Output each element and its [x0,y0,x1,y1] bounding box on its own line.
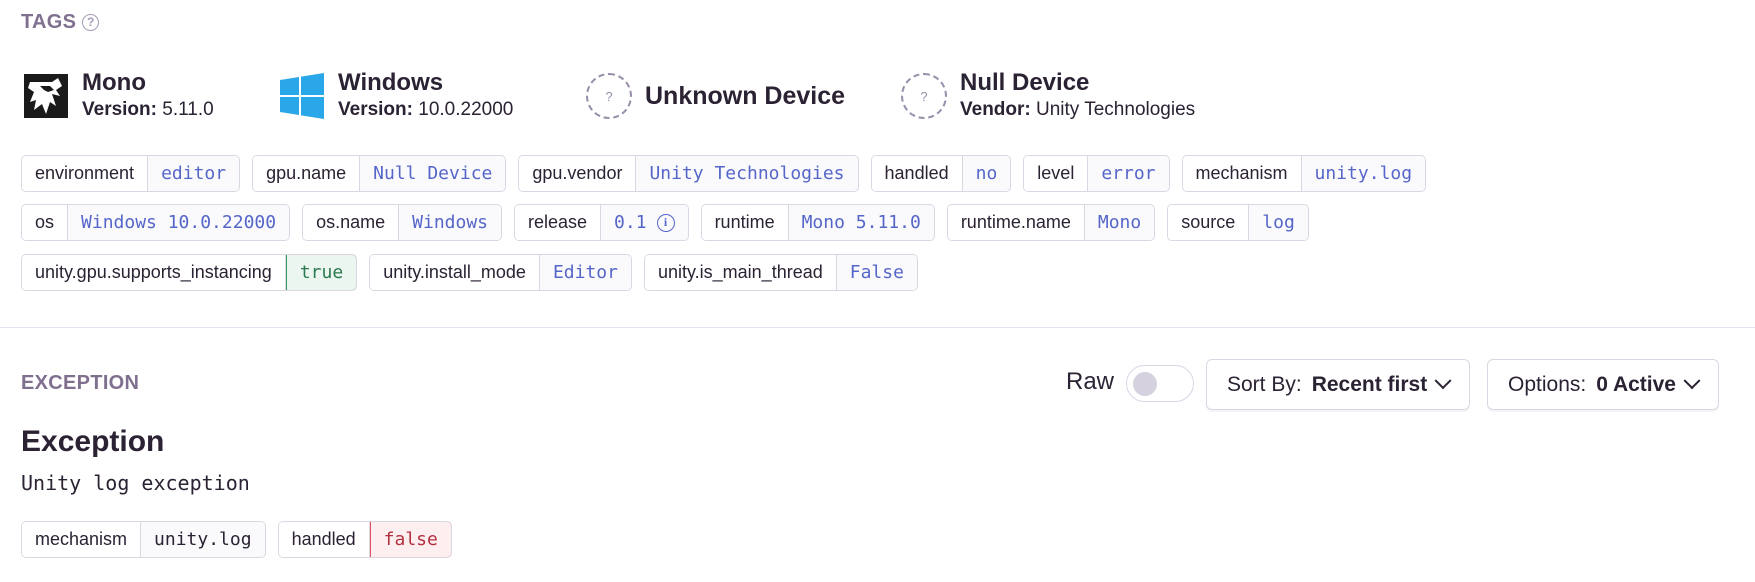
tag-row-1: environment editor gpu.name Null Device gp… [21,155,1438,192]
tag-key: gpu.vendor [519,156,637,191]
unknown-device-icon: ? [900,72,948,120]
unknown-device-glyph: ? [586,73,632,119]
tag-key: runtime.name [947,205,1085,240]
context-runtime[interactable]: Mono Version: 5.11.0 [22,66,214,126]
tag-value[interactable]: error [1088,156,1169,191]
toggle-knob [1133,372,1157,396]
tag-key: unity.is_main_thread [644,255,837,290]
options-dropdown[interactable]: Options: 0 Active [1487,359,1719,410]
tag-key: release [515,205,602,240]
tag-value[interactable]: Mono 5.11.0 [788,205,934,240]
chevron-down-icon [1434,371,1452,389]
tag-value[interactable]: true [285,255,357,290]
tag-gpu-vendor[interactable]: gpu.vendor Unity Technologies [518,155,859,192]
tag-value[interactable]: False [836,255,917,290]
exception-section-title: EXCEPTION [21,372,140,394]
tag-value[interactable]: Null Device [360,156,506,191]
exception-type: Exception [21,425,165,458]
info-circle-icon[interactable]: i [656,213,675,232]
tag-value[interactable]: log [1249,205,1308,240]
context-device-name: Unknown Device [645,81,846,110]
tag-key: os.name [303,205,400,240]
question-circle-icon[interactable]: ? [82,14,100,31]
context-runtime-sub-value: 5.11.0 [162,99,214,120]
tag-value[interactable]: no [962,156,1011,191]
sort-by-label: Sort By: [1227,372,1302,396]
tag-value[interactable]: Unity Technologies [636,156,858,191]
tag-key: os [22,205,69,240]
tag-mechanism[interactable]: mechanism unity.log [1181,155,1427,192]
tag-key: source [1168,205,1250,240]
context-runtime-sub-label: Version: [82,99,157,120]
tag-key: unity.gpu.supports_instancing [22,255,286,290]
tag-row-3: unity.gpu.supports_instancing true unity.… [21,254,930,291]
chevron-down-icon [1683,371,1701,389]
tag-runtime-name[interactable]: runtime.name Mono [946,204,1156,241]
tag-key: handled [871,156,963,191]
exception-value: Unity log exception [21,471,250,495]
context-runtime-name: Mono [82,69,146,96]
options-value: 0 Active [1596,372,1676,396]
tags-section-title: TAGS? [21,11,100,34]
raw-toggle[interactable] [1126,365,1194,402]
mono-logo-icon [22,72,70,120]
tag-value-wrap[interactable]: 0.1 i [601,205,688,240]
tag-key: gpu.name [253,156,361,191]
tag-key: handled [278,522,370,557]
tag-level[interactable]: level error [1023,155,1170,192]
tag-environment[interactable]: environment editor [21,155,241,192]
tag-unity-install-mode[interactable]: unity.install_mode Editor [369,254,632,291]
context-gpu-sub-label: Vendor: [960,99,1031,120]
tag-key: runtime [701,205,789,240]
tag-unity-is-main-thread[interactable]: unity.is_main_thread False [643,254,918,291]
sort-by-dropdown[interactable]: Sort By: Recent first [1206,359,1471,410]
tag-unity-gpu-supports-instancing[interactable]: unity.gpu.supports_instancing true [21,254,358,291]
tag-value[interactable]: editor [148,156,240,191]
tag-key: environment [22,156,149,191]
tag-key: level [1024,156,1089,191]
context-gpu[interactable]: ? Null Device Vendor: Unity Technologies [900,66,1195,126]
tag-os-name[interactable]: os.name Windows [302,204,502,241]
raw-toggle-label: Raw [1066,368,1115,395]
context-gpu-name: Null Device [960,69,1090,96]
section-divider [0,327,1755,328]
tag-source[interactable]: source log [1167,204,1309,241]
context-os-sub-value: 10.0.22000 [418,99,514,120]
tag-value: false [369,522,451,557]
context-device[interactable]: ? Unknown Device [585,66,845,126]
context-gpu-sub-value: Unity Technologies [1036,99,1196,120]
tag-value[interactable]: 0.1 [614,212,647,233]
tag-key: mechanism [1182,156,1302,191]
context-os-name: Windows [338,69,444,96]
tag-value[interactable]: Editor [539,255,631,290]
windows-logo-icon [278,72,326,120]
tag-value[interactable]: Windows [399,205,501,240]
tag-os[interactable]: os Windows 10.0.22000 [21,204,291,241]
tag-runtime[interactable]: runtime Mono 5.11.0 [700,204,935,241]
unknown-gpu-glyph: ? [901,73,947,119]
tag-handled[interactable]: handled no [870,155,1012,192]
tag-gpu-name[interactable]: gpu.name Null Device [252,155,507,192]
tag-value[interactable]: unity.log [1301,156,1426,191]
mechanism-row: mechanism unity.log handled false [21,521,464,558]
tag-key: mechanism [22,522,142,557]
tag-row-2: os Windows 10.0.22000 os.name Windows rele… [21,204,1321,241]
handled-tag[interactable]: handled false [277,521,452,558]
unknown-device-icon: ? [585,72,633,120]
tag-value[interactable]: Windows 10.0.22000 [68,205,290,240]
sort-by-value: Recent first [1311,372,1428,396]
options-label: Options: [1508,372,1587,396]
tag-value: unity.log [141,522,265,557]
context-os-sub-label: Version: [338,99,413,120]
tag-value[interactable]: Mono [1084,205,1155,240]
context-os[interactable]: Windows Version: 10.0.22000 [278,66,513,126]
tags-title-text: TAGS [21,11,77,33]
tag-key: unity.install_mode [370,255,540,290]
mechanism-tag[interactable]: mechanism unity.log [21,521,266,558]
tag-release[interactable]: release 0.1 i [514,204,689,241]
